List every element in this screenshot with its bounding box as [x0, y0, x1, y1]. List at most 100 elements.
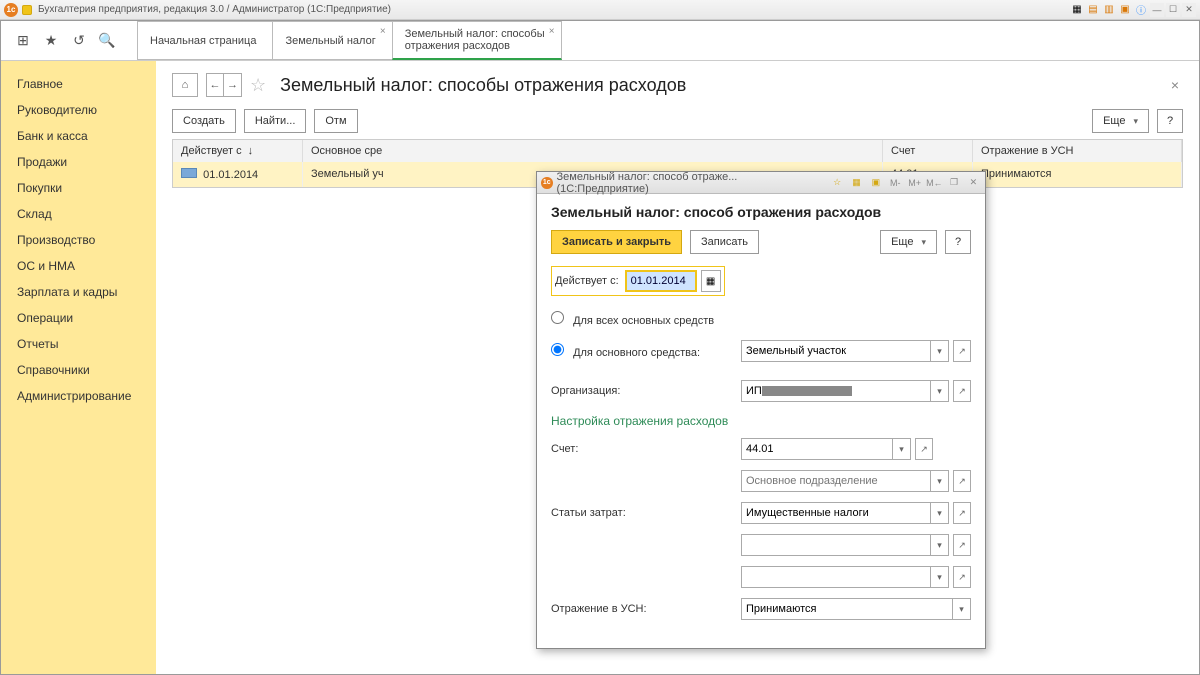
sidebar-item[interactable]: Главное	[1, 71, 156, 97]
open-ref-icon[interactable]: ↗	[953, 566, 971, 588]
m-minus-icon[interactable]: M-	[888, 176, 903, 190]
info-icon[interactable]: ⓘ	[1134, 3, 1148, 17]
maximize-button[interactable]: ☐	[1166, 3, 1180, 17]
close-icon[interactable]: ×	[549, 26, 555, 37]
close-icon[interactable]: ×	[380, 26, 386, 37]
dialog-win-title: Земельный налог: способ отраже... (1С:Пр…	[557, 171, 822, 195]
dropdown-icon[interactable]: ▾	[931, 502, 949, 524]
minimize-button[interactable]: —	[1150, 3, 1164, 17]
department-input[interactable]	[741, 470, 931, 492]
sidebar-item[interactable]: Покупки	[1, 175, 156, 201]
open-ref-icon[interactable]: ↗	[953, 534, 971, 556]
effective-from-input[interactable]	[625, 270, 697, 292]
dialog-close-button[interactable]: ✕	[966, 176, 981, 190]
sidebar-item[interactable]: Справочники	[1, 357, 156, 383]
sidebar-item[interactable]: Склад	[1, 201, 156, 227]
dropdown-icon[interactable]: ▾	[931, 470, 949, 492]
window-titlebar: 1c Бухгалтерия предприятия, редакция 3.0…	[0, 0, 1200, 20]
top-toolbar: ⊞ ★ ↺ 🔍 Начальная страница Земельный нал…	[1, 21, 1199, 61]
effective-from-label: Действует с:	[555, 275, 619, 287]
col-acct[interactable]: Счет	[883, 140, 973, 162]
radio-all-assets[interactable]: Для всех основных средств	[551, 311, 731, 327]
sidebar-item[interactable]: Продажи	[1, 149, 156, 175]
sort-down-icon: ↓	[248, 145, 254, 157]
open-ref-icon[interactable]: ↗	[915, 438, 933, 460]
dropdown-icon[interactable]: ▾	[931, 340, 949, 362]
dropdown-icon[interactable]: ▾	[953, 598, 971, 620]
m-back-icon[interactable]: M←	[926, 176, 942, 190]
fav-icon[interactable]: ☆	[830, 176, 845, 190]
dialog-more-button[interactable]: Еще	[880, 230, 937, 254]
tab-land-tax-expenses[interactable]: Земельный налог: способыотражения расход…	[392, 21, 562, 60]
redacted-name	[762, 386, 852, 396]
close-button[interactable]: ✕	[1182, 3, 1196, 17]
back-button[interactable]: ←	[206, 73, 224, 97]
cancel-find-button[interactable]: Отм	[314, 109, 357, 133]
radio-single-asset[interactable]: Для основного средства:	[551, 343, 741, 359]
extra-input-1[interactable]	[741, 534, 931, 556]
calendar-picker-icon[interactable]: ▦	[701, 270, 721, 292]
sidebar-item[interactable]: Зарплата и кадры	[1, 279, 156, 305]
help-button[interactable]: ?	[1157, 109, 1183, 133]
asset-input[interactable]	[741, 340, 931, 362]
col-date[interactable]: Действует с ↓	[173, 140, 303, 162]
menu-trigger-icon[interactable]	[22, 5, 32, 15]
m-plus-icon[interactable]: M+	[907, 176, 922, 190]
nav-sidebar: Главное Руководителю Банк и касса Продаж…	[1, 61, 156, 674]
save-and-close-button[interactable]: Записать и закрыть	[551, 230, 682, 254]
app-logo-icon: 1c	[4, 3, 18, 17]
favorite-icon[interactable]: ☆	[250, 75, 266, 96]
apps-icon[interactable]: ⊞	[15, 33, 31, 49]
tab-start-page[interactable]: Начальная страница	[137, 21, 273, 60]
sidebar-item[interactable]: Отчеты	[1, 331, 156, 357]
dialog-title: Земельный налог: способ отражения расход…	[551, 204, 971, 220]
sidebar-item[interactable]: Администрирование	[1, 383, 156, 409]
history-icon[interactable]: ↺	[71, 33, 87, 49]
col-usn[interactable]: Отражение в УСН	[973, 140, 1182, 162]
grid-icon[interactable]: ▤	[1086, 3, 1100, 17]
create-button[interactable]: Создать	[172, 109, 236, 133]
sidebar-item[interactable]: Банк и касса	[1, 123, 156, 149]
more-button[interactable]: Еще	[1092, 109, 1149, 133]
calendar-icon[interactable]: ▥	[1102, 3, 1116, 17]
dropdown-icon[interactable]: ▾	[931, 380, 949, 402]
open-ref-icon[interactable]: ↗	[953, 340, 971, 362]
dropdown-icon[interactable]: ▾	[931, 534, 949, 556]
grid-icon[interactable]: ▦	[849, 176, 864, 190]
sidebar-item[interactable]: ОС и НМА	[1, 253, 156, 279]
usn-label: Отражение в УСН:	[551, 603, 741, 615]
dialog-help-button[interactable]: ?	[945, 230, 971, 254]
sidebar-item[interactable]: Руководителю	[1, 97, 156, 123]
calendar-icon[interactable]: ▣	[868, 176, 883, 190]
forward-button[interactable]: →	[224, 73, 242, 97]
section-header: Настройка отражения расходов	[551, 414, 971, 428]
calculator-icon[interactable]: ▣	[1118, 3, 1132, 17]
cost-item-input[interactable]	[741, 502, 931, 524]
find-button[interactable]: Найти...	[244, 109, 307, 133]
save-button[interactable]: Записать	[690, 230, 759, 254]
close-page-button[interactable]: ×	[1167, 73, 1183, 97]
usn-input[interactable]	[741, 598, 953, 620]
tab-land-tax[interactable]: Земельный налог×	[272, 21, 392, 60]
org-label: Организация:	[551, 385, 741, 397]
home-button[interactable]: ⌂	[172, 73, 198, 97]
dropdown-icon[interactable]: ▾	[893, 438, 911, 460]
card-icon	[181, 168, 197, 178]
page-title: Земельный налог: способы отражения расхо…	[280, 75, 686, 96]
account-input[interactable]	[741, 438, 893, 460]
sidebar-item[interactable]: Производство	[1, 227, 156, 253]
edit-dialog: 1c Земельный налог: способ отраже... (1С…	[536, 171, 986, 649]
app-logo-icon: 1c	[541, 177, 553, 189]
search-icon[interactable]: 🔍	[99, 33, 115, 49]
sidebar-item[interactable]: Операции	[1, 305, 156, 331]
dropdown-icon[interactable]: ▾	[931, 566, 949, 588]
open-ref-icon[interactable]: ↗	[953, 470, 971, 492]
extra-input-2[interactable]	[741, 566, 931, 588]
panel-icon[interactable]: ▦	[1070, 3, 1084, 17]
dialog-frame-button[interactable]: ❐	[946, 176, 961, 190]
open-ref-icon[interactable]: ↗	[953, 502, 971, 524]
star-icon[interactable]: ★	[43, 33, 59, 49]
open-ref-icon[interactable]: ↗	[953, 380, 971, 402]
col-asset[interactable]: Основное сре	[303, 140, 883, 162]
cost-item-label: Статьи затрат:	[551, 507, 741, 519]
